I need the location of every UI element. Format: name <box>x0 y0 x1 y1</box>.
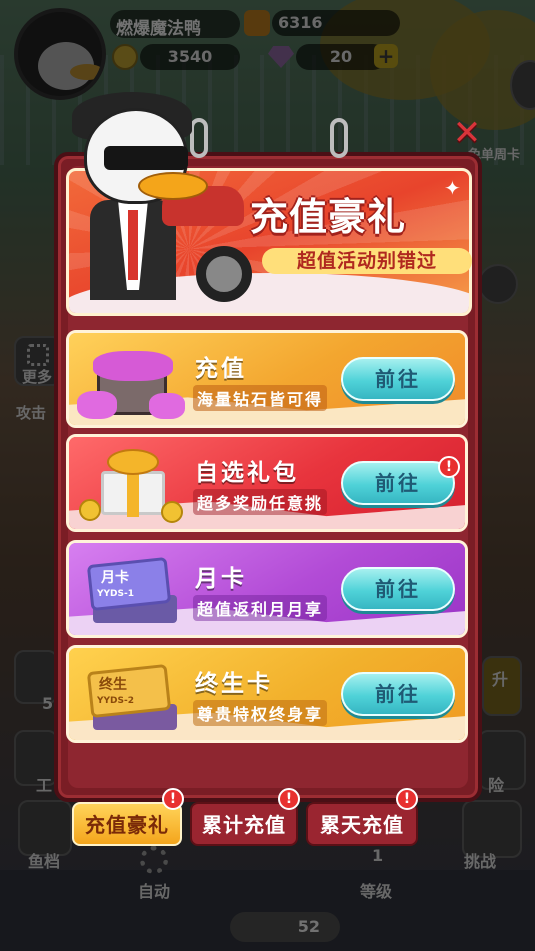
card-art-label: 终生 <box>99 677 127 693</box>
card-art-code: YYDS-2 <box>97 696 134 706</box>
card-monthly: 月卡 YYDS-1 月卡 超值返利月月享 前往 <box>66 540 468 638</box>
card-subtitle: 海量钻石皆可得 <box>193 385 328 411</box>
close-icon[interactable]: ✕ <box>452 116 482 150</box>
go-button[interactable]: 前往 <box>341 357 455 401</box>
card-title: 终生卡 <box>195 671 273 697</box>
sunglasses <box>104 146 188 170</box>
card-optional-pack: 自选礼包 超多奖励任意挑 前往 <box>66 434 468 532</box>
panel-ring-right <box>330 118 348 158</box>
card-recharge: 充值 海量钻石皆可得 前往 <box>66 330 468 428</box>
duck-tie <box>128 210 138 280</box>
card-title: 月卡 <box>195 566 247 592</box>
alert-badge: ! <box>162 788 184 810</box>
card-subtitle: 尊贵特权终身享 <box>193 700 328 726</box>
banner-subtitle: 超值活动别错过 <box>262 248 472 274</box>
alert-badge: ! <box>396 788 418 810</box>
sparkle-icon: ✦ <box>444 176 461 200</box>
card-art-code: YYDS-1 <box>97 589 134 599</box>
card-art-label: 月卡 <box>101 570 129 586</box>
card-title: 自选礼包 <box>195 460 299 486</box>
monthly-card-icon: 月卡 YYDS-1 <box>77 553 187 631</box>
go-button[interactable]: 前往 <box>341 672 455 716</box>
motorcycle-wheel <box>196 246 252 302</box>
banner-title: 充值豪礼 <box>250 195 407 239</box>
card-subtitle: 超值返利月月享 <box>193 595 328 621</box>
duck-beak <box>138 172 208 200</box>
tab-recharge-gift[interactable]: 充值豪礼 <box>72 802 182 846</box>
gift-box-icon <box>77 447 187 525</box>
card-lifetime: 终生 YYDS-2 终生卡 尊贵特权终身享 前往 <box>66 645 468 743</box>
lifetime-card-icon: 终生 YYDS-2 <box>77 658 187 736</box>
alert-badge: ! <box>278 788 300 810</box>
diamond-chest-icon <box>77 343 187 421</box>
tab-cumulative-recharge[interactable]: 累计充值 <box>190 802 298 846</box>
card-title: 充值 <box>195 356 247 382</box>
panel-ring-left <box>190 118 208 158</box>
alert-badge: ! <box>438 456 460 478</box>
card-subtitle: 超多奖励任意挑 <box>193 489 328 515</box>
go-button[interactable]: 前往 <box>341 567 455 611</box>
